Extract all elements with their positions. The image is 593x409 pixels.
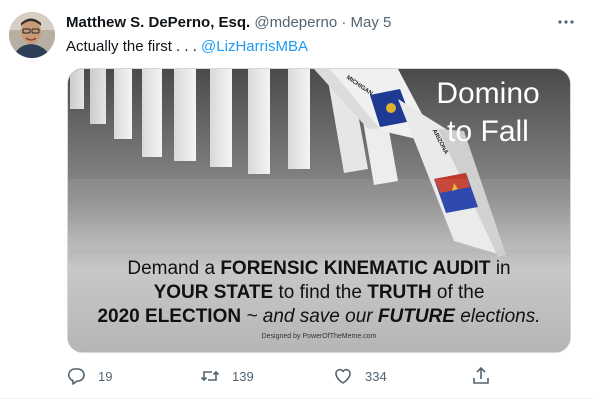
line1-part-c: in [490,258,511,279]
retweet-button[interactable]: 139 [200,366,254,386]
bottom-divider [0,398,593,399]
more-button[interactable] [554,12,578,32]
reply-button[interactable]: 19 [66,366,112,386]
tweet-image[interactable]: Domino to Fall MICHIGAN ARIZONA Demand a… [67,68,571,353]
line2-part-a: YOUR STATE [153,282,274,303]
retweet-count: 139 [232,368,254,384]
line3-part-c: FUTURE [377,306,455,327]
tweet-header: Matthew S. DePerno, Esq. @mdeperno · May… [66,14,391,32]
like-count: 334 [365,368,387,384]
line1-part-b: FORENSIC KINEMATIC AUDIT [220,258,491,279]
reply-count: 19 [98,368,113,384]
share-icon [473,366,489,384]
tweet-text-body: Actually the first . . . [66,38,202,55]
line2-part-b: to find the [273,282,368,303]
tweet-date[interactable]: May 5 [351,14,392,31]
more-icon [558,20,574,24]
line1-part-a: Demand a [127,258,221,279]
like-button[interactable]: 334 [333,366,387,386]
reply-icon [67,368,85,385]
image-title-line2: to Fall [447,115,529,148]
image-title-line1: Domino [436,77,540,110]
author-handle[interactable]: @mdeperno [254,14,337,31]
tweet-text: Actually the first . . . @LizHarrisMBA [66,37,308,57]
separator-dot: · [341,14,347,31]
line2-part-c: TRUTH [367,282,432,303]
image-credit: Designed by PowerOfTheMeme.com [261,333,377,340]
avatar[interactable] [9,12,55,58]
line3-part-a: 2020 ELECTION [97,306,242,327]
author-name[interactable]: Matthew S. DePerno, Esq. [66,14,250,31]
image-text-line3: 2020 ELECTION ~ and save our FUTURE elec… [68,305,570,329]
line2-part-d: of the [431,282,485,303]
image-title: Domino to Fall [428,75,548,151]
image-text-line2: YOUR STATE to find the TRUTH of the [68,281,570,305]
line3-part-d: elections. [454,306,541,327]
avatar-photo [9,12,55,58]
tweet-actions: 19 139 334 [0,366,593,386]
image-text-line1: Demand a FORENSIC KINEMATIC AUDIT in [68,257,570,281]
like-icon [335,368,351,384]
mention-link[interactable]: @LizHarrisMBA [201,38,308,55]
retweet-icon [200,370,220,382]
line3-part-b: ~ and save our [241,306,378,327]
share-button[interactable] [471,366,491,386]
